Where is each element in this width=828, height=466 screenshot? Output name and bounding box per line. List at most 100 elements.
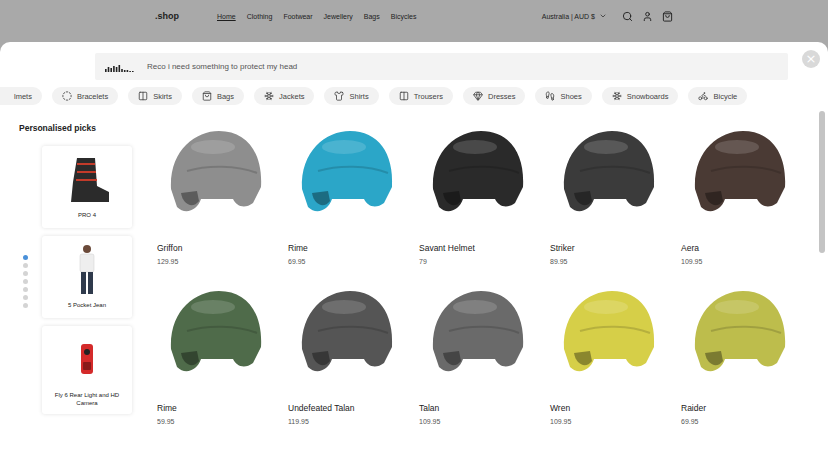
pick-name: Fly 6 Rear Light and HD Camera: [46, 392, 128, 408]
locale-selector[interactable]: Australia | AUD $: [542, 12, 607, 20]
page-dots: [19, 146, 42, 414]
product-price: 69.95: [288, 258, 405, 265]
product-card[interactable]: Griffon129.95: [157, 111, 274, 265]
nav-item[interactable]: Bags: [364, 13, 380, 20]
page-dot[interactable]: [23, 255, 28, 260]
product-card[interactable]: Savant Helmet 79: [419, 111, 536, 265]
person-icon: [57, 242, 117, 298]
nav-item[interactable]: Home: [217, 13, 236, 20]
nav-item[interactable]: Jewellery: [324, 13, 353, 20]
product-name: Rime: [157, 403, 274, 413]
site-header: .shop Home Clothing Footwear Jewellery Bags Bi…: [0, 0, 828, 32]
page-dot[interactable]: [23, 295, 28, 300]
sidebar-title: Personalised picks: [19, 123, 157, 133]
category-icon: [698, 91, 708, 101]
category-icon: [399, 91, 409, 101]
product-name: Talan: [419, 403, 536, 413]
page: .shop Home Clothing Footwear Jewellery Bags Bi…: [0, 0, 828, 466]
category-icon: [545, 91, 555, 101]
page-dot[interactable]: [23, 287, 28, 292]
product-price: 79: [419, 258, 536, 265]
product-card[interactable]: Rime 69.95: [288, 111, 405, 265]
helmet-icon: [288, 111, 405, 236]
logo[interactable]: .shop: [155, 11, 179, 21]
page-dot[interactable]: [23, 271, 28, 276]
product-name: Griffon: [157, 243, 274, 253]
product-name: Wren: [550, 403, 667, 413]
pick-name: PRO 4: [78, 212, 96, 220]
scrollbar: [819, 111, 825, 466]
camera-light-icon: [57, 332, 117, 388]
search-bar[interactable]: Reco i need something to protect my head: [95, 53, 788, 80]
product-name: Savant Helmet: [419, 243, 536, 253]
product-card[interactable]: Rime 59.95: [157, 271, 274, 425]
product-price: 89.95: [550, 258, 667, 265]
product-name: Rime: [288, 243, 405, 253]
helmet-icon: [157, 271, 274, 396]
product-grid-wrap: Griffon129.95 Rime 69.95 Savant Helmet 79 Str…: [157, 109, 813, 466]
nav-item[interactable]: Clothing: [247, 13, 273, 20]
page-strip: [0, 32, 828, 42]
category-chip[interactable]: Shirts: [324, 87, 378, 105]
nav-item[interactable]: Footwear: [283, 13, 312, 20]
sidebar-row: PRO 4 5 Pocket Jean Fly 6 Rear Light and H…: [19, 146, 157, 414]
helmet-icon: [550, 111, 667, 236]
page-dot[interactable]: [23, 263, 28, 268]
search-row: Reco i need something to protect my head: [0, 42, 828, 80]
product-card[interactable]: Aera 109.95: [681, 111, 798, 265]
user-icon[interactable]: [642, 11, 653, 22]
product-price: 59.95: [157, 418, 274, 425]
pick-name: 5 Pocket Jean: [68, 302, 106, 310]
pick-card[interactable]: Fly 6 Rear Light and HD Camera: [42, 326, 132, 414]
category-chip[interactable]: Snowboards: [602, 87, 679, 105]
scrollbar-thumb[interactable]: [819, 111, 825, 253]
waveform-icon: [105, 62, 135, 72]
helmet-icon: [681, 111, 798, 236]
product-card[interactable]: Talan 109.95: [419, 271, 536, 425]
product-price: 119.95: [288, 418, 405, 425]
category-icon: [202, 91, 212, 101]
product-price: 109.95: [550, 418, 667, 425]
page-dot[interactable]: [23, 279, 28, 284]
category-chip[interactable]: Bicycle: [688, 87, 747, 105]
category-chip[interactable]: Jackets: [254, 87, 314, 105]
product-name: Aera: [681, 243, 798, 253]
category-chip[interactable]: Bags: [192, 87, 244, 105]
search-icon[interactable]: [622, 11, 633, 22]
category-icon: [138, 91, 148, 101]
product-card[interactable]: Wren 109.95: [550, 271, 667, 425]
chevron-down-icon: [599, 12, 607, 20]
category-chip[interactable]: Dresses: [463, 87, 526, 105]
pick-list: PRO 4 5 Pocket Jean Fly 6 Rear Light and H…: [42, 146, 132, 414]
category-chip[interactable]: Trousers: [389, 87, 453, 105]
helmet-icon: [550, 271, 667, 396]
helmet-icon: [157, 111, 274, 236]
search-query: Reco i need something to protect my head: [147, 62, 297, 71]
helmet-icon: [288, 271, 405, 396]
product-price: 109.95: [419, 418, 536, 425]
category-row: lmets Bracelets Skirts Bags Jackets Shirts Tro…: [0, 87, 828, 105]
helmet-icon: [419, 111, 536, 236]
product-name: Striker: [550, 243, 667, 253]
cart-icon[interactable]: [662, 11, 673, 22]
product-card[interactable]: Striker 89.95: [550, 111, 667, 265]
main-nav: Home Clothing Footwear Jewellery Bags Bicycle…: [217, 13, 416, 20]
product-card[interactable]: Raider69.95: [681, 271, 798, 425]
modal-body: Personalised picks PRO 4 5 Pocket Jean Fly …: [0, 109, 828, 466]
pick-card[interactable]: 5 Pocket Jean: [42, 236, 132, 318]
category-chip[interactable]: lmets: [0, 87, 42, 105]
category-icon: [334, 91, 344, 101]
category-chip[interactable]: Skirts: [128, 87, 182, 105]
category-icon: [612, 91, 622, 101]
product-price: 109.95: [681, 258, 798, 265]
product-card[interactable]: Undefeated Talan119.95: [288, 271, 405, 425]
helmet-icon: [681, 271, 798, 396]
category-icon: [62, 91, 72, 101]
page-dot[interactable]: [23, 303, 28, 308]
pick-card[interactable]: PRO 4: [42, 146, 132, 228]
close-button[interactable]: ×: [802, 50, 820, 68]
nav-item[interactable]: Bicycles: [391, 13, 417, 20]
category-chip[interactable]: Bracelets: [52, 87, 118, 105]
personalised-sidebar: Personalised picks PRO 4 5 Pocket Jean Fly …: [0, 109, 157, 466]
category-chip[interactable]: Shoes: [535, 87, 591, 105]
